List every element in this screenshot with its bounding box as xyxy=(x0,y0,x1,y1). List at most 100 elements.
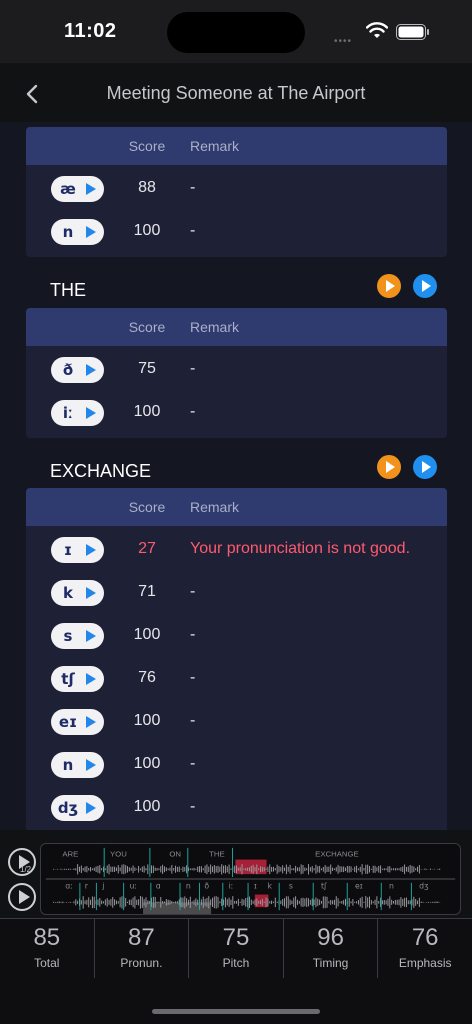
word-marker-label: ARE xyxy=(62,850,78,859)
phoneme-remark: - xyxy=(190,755,196,772)
score-value: 76 xyxy=(411,924,439,951)
phoneme-label: iː xyxy=(62,404,74,422)
score-column-header: Score xyxy=(128,499,166,515)
score-emphasis: 76 Emphasis xyxy=(378,919,472,978)
phoneme-row: æ 88 - xyxy=(26,165,447,208)
phoneme-results[interactable]: Score Remark æ 88 - n 100 - THE Score Re… xyxy=(0,122,472,830)
phoneme-play-button[interactable]: n xyxy=(51,219,104,245)
score-total: 85 Total xyxy=(0,919,95,978)
play-recording-button[interactable] xyxy=(413,274,437,298)
phoneme-play-button[interactable]: æ xyxy=(51,176,104,202)
phoneme-marker-label: r xyxy=(85,882,89,891)
phoneme-play-button[interactable]: ɪ xyxy=(51,537,104,563)
phoneme-score: 100 xyxy=(133,222,161,239)
score-summary: 85 Total 87 Pronun. 75 Pitch 96 Timing 76 Emp… xyxy=(0,918,472,978)
card-header: Score Remark xyxy=(26,308,447,346)
phoneme-label: s xyxy=(63,627,73,645)
phoneme-score: 100 xyxy=(133,798,161,815)
phoneme-marker-label: tʃ xyxy=(321,882,327,891)
phoneme-label: eɪ xyxy=(58,713,78,731)
play-reference-button[interactable] xyxy=(377,274,401,298)
remark-column-header: Remark xyxy=(190,499,240,515)
score-label: Pronun. xyxy=(120,956,163,970)
waveform-panel: 1/2 ARE YOU ON THE EXCHANGE ɑː r j uː ɑ n ð iː ɪ k s tʃ e… xyxy=(0,830,472,918)
phoneme-play-button[interactable]: iː xyxy=(51,400,104,426)
score-column-header: Score xyxy=(128,319,166,335)
phoneme-play-button[interactable]: s xyxy=(51,623,104,649)
word-marker-label: THE xyxy=(209,850,225,859)
page-title: Meeting Someone at The Airport xyxy=(106,83,366,103)
phoneme-marker-label: dʒ xyxy=(419,882,429,891)
phoneme-remark: - xyxy=(190,179,196,196)
phoneme-remark: Your pronunciation is not good. xyxy=(190,540,411,557)
play-icon xyxy=(86,587,96,599)
phoneme-play-button[interactable]: ð xyxy=(51,357,104,383)
phoneme-remark: - xyxy=(190,626,196,643)
phoneme-play-button[interactable]: dʒ xyxy=(51,795,104,821)
phoneme-score: 75 xyxy=(138,360,156,377)
score-column-header: Score xyxy=(128,138,166,154)
phoneme-row: n 100 - xyxy=(26,741,447,784)
play-icon xyxy=(86,759,96,771)
play-recording-button[interactable] xyxy=(413,455,437,479)
waveform-display[interactable]: ARE YOU ON THE EXCHANGE ɑː r j uː ɑ n ð iː ɪ k s tʃ eɪ n dʒ xyxy=(40,843,461,915)
phoneme-remark: - xyxy=(190,798,196,815)
phoneme-label: æ xyxy=(60,180,76,198)
score-pronunciation: 87 Pronun. xyxy=(95,919,190,978)
score-label: Emphasis xyxy=(398,956,452,970)
play-icon xyxy=(86,630,96,642)
phoneme-score: 88 xyxy=(138,179,156,196)
wifi-icon xyxy=(366,22,388,38)
phoneme-label: ɪ xyxy=(63,541,73,559)
signal-icon: •••• xyxy=(334,36,353,47)
phoneme-score: 100 xyxy=(133,755,161,772)
phoneme-row: eɪ 100 - xyxy=(26,698,447,741)
dynamic-island xyxy=(167,12,305,53)
phoneme-marker-label: n xyxy=(186,882,191,891)
word-title: EXCHANGE xyxy=(50,461,152,481)
score-value: 87 xyxy=(128,924,155,951)
phoneme-marker-label: eɪ xyxy=(355,882,363,891)
play-normal-button[interactable] xyxy=(8,883,36,911)
remark-column-header: Remark xyxy=(190,319,240,335)
phoneme-marker-label: ɪ xyxy=(254,882,257,891)
word-marker-label: YOU xyxy=(110,850,127,859)
phoneme-score: 76 xyxy=(138,669,156,686)
phoneme-play-button[interactable]: eɪ xyxy=(51,709,104,735)
phoneme-row: ɪ 27 Your pronunciation is not good. xyxy=(26,526,447,569)
score-value: 85 xyxy=(33,924,61,951)
phoneme-row: ð 75 - xyxy=(26,346,447,389)
phoneme-label: dʒ xyxy=(57,799,79,817)
phoneme-marker-label: s xyxy=(289,882,293,891)
play-icon xyxy=(86,673,96,685)
phoneme-score: 71 xyxy=(138,583,156,600)
phoneme-play-button[interactable]: tʃ xyxy=(51,666,104,692)
phoneme-play-button[interactable]: n xyxy=(51,752,104,778)
phoneme-marker-label: ɑː xyxy=(65,882,73,891)
phoneme-score: 100 xyxy=(133,626,161,643)
phoneme-marker-label: iː xyxy=(229,882,234,891)
phoneme-marker-label: j xyxy=(101,882,104,891)
score-label: Total xyxy=(34,956,60,970)
phoneme-card: Score Remark ɪ 27 Your pronunciation is … xyxy=(26,488,447,830)
phoneme-label: n xyxy=(62,756,74,774)
remark-column-header: Remark xyxy=(190,138,240,154)
phoneme-marker-label: n xyxy=(389,882,394,891)
status-time: 11:02 xyxy=(64,20,117,42)
play-icon xyxy=(86,802,96,814)
phoneme-score: 100 xyxy=(133,403,161,420)
phoneme-marker-label: k xyxy=(268,882,273,891)
phoneme-score: 100 xyxy=(133,712,161,729)
score-value: 96 xyxy=(317,924,344,951)
score-pitch: 75 Pitch xyxy=(189,919,284,978)
phoneme-label: ð xyxy=(62,361,74,379)
phoneme-remark: - xyxy=(190,712,196,729)
play-icon xyxy=(86,183,96,195)
card-header: Score Remark xyxy=(26,127,447,165)
phoneme-play-button[interactable]: k xyxy=(51,580,104,606)
phoneme-remark: - xyxy=(190,403,196,420)
phoneme-card: Score Remark æ 88 - n 100 - xyxy=(26,127,447,257)
play-reference-button[interactable] xyxy=(377,455,401,479)
play-icon xyxy=(86,716,96,728)
navigation-bar: Meeting Someone at The Airport xyxy=(0,62,472,122)
